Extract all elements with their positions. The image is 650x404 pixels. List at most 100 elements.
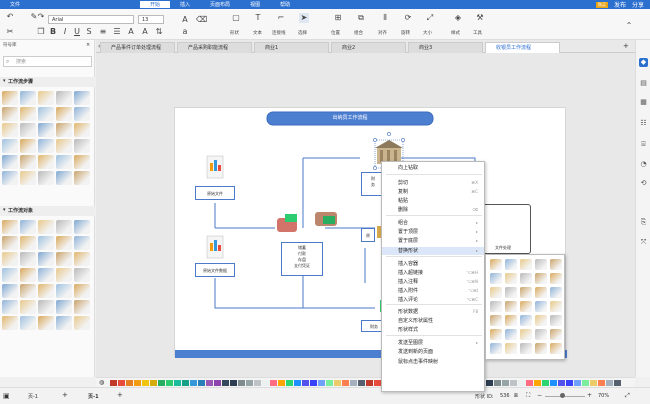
color-swatch[interactable] — [542, 380, 549, 386]
context-menu-item-shape-data[interactable]: 形状数据 F8 — [382, 308, 484, 316]
color-swatch[interactable] — [278, 380, 285, 386]
workflow-step-shape[interactable] — [38, 107, 54, 121]
workflow-step-shape[interactable] — [2, 91, 18, 105]
color-swatch[interactable] — [486, 380, 493, 386]
highlight-icon[interactable]: A — [140, 27, 150, 37]
replacement-shape[interactable] — [520, 329, 532, 340]
context-menu-item-bring-front[interactable]: 置于顶层 ▸ — [382, 228, 484, 236]
color-swatch[interactable] — [358, 380, 365, 386]
layers-panel-icon[interactable]: ☷ — [639, 119, 648, 128]
color-swatch[interactable] — [294, 380, 301, 386]
zoom-in-icon[interactable]: + — [587, 392, 592, 399]
color-swatch[interactable] — [134, 380, 141, 386]
replacement-shape[interactable] — [535, 273, 547, 284]
workflow-object-shape[interactable] — [56, 252, 72, 266]
color-swatch[interactable] — [182, 380, 189, 386]
context-menu-item-insert-note[interactable]: 插入注释 ⌥⌘N — [382, 278, 484, 286]
color-swatch[interactable] — [302, 380, 309, 386]
group-icon[interactable]: ⧉ — [356, 13, 366, 23]
color-swatch[interactable] — [238, 380, 245, 386]
clear-format-icon[interactable]: ⌫ — [196, 15, 207, 25]
italic-icon[interactable]: I — [60, 27, 70, 37]
align-icon[interactable]: ☰ — [112, 27, 122, 37]
text-tool-icon[interactable]: T — [253, 13, 263, 23]
color-swatch[interactable] — [222, 380, 229, 386]
workflow-object-shape[interactable] — [20, 316, 36, 330]
color-swatch[interactable] — [350, 380, 357, 386]
context-menu-item-delete[interactable]: 删除 ⌫ — [382, 206, 484, 214]
replacement-shape[interactable] — [550, 315, 562, 326]
color-swatch[interactable] — [286, 380, 293, 386]
workflow-object-shape[interactable] — [74, 284, 90, 298]
workflow-object-shape[interactable] — [74, 268, 90, 282]
context-menu-item-cut[interactable]: 剪切 ⌘X — [382, 179, 484, 187]
workflow-step-shape[interactable] — [20, 123, 36, 137]
attachment-panel-icon[interactable]: ⎘ — [639, 218, 648, 227]
share-button[interactable]: 分享 — [632, 0, 644, 9]
tab-document-active[interactable]: 收银员工作流程 — [485, 42, 560, 53]
tab-document[interactable]: 商业3 — [408, 42, 483, 53]
workflow-object-shape[interactable] — [74, 300, 90, 314]
section-workflow-objects[interactable]: 工作流对象 — [0, 206, 95, 216]
workflow-step-shape[interactable] — [2, 171, 18, 185]
color-swatch[interactable] — [174, 380, 181, 386]
publish-button[interactable]: 发布 — [614, 0, 626, 9]
color-swatch[interactable] — [558, 380, 565, 386]
color-swatch[interactable] — [310, 380, 317, 386]
replacement-shape[interactable] — [535, 301, 547, 312]
workflow-step-shape[interactable] — [38, 139, 54, 153]
menu-file[interactable]: 文件 — [0, 1, 30, 8]
workflow-object-shape[interactable] — [56, 316, 72, 330]
tab-document[interactable]: 商业1 — [254, 42, 329, 53]
replacement-shape[interactable] — [550, 259, 562, 270]
tools-icon[interactable]: ⚒ — [475, 13, 485, 23]
color-swatch[interactable] — [198, 380, 205, 386]
text-size-up-icon[interactable]: A — [180, 15, 190, 25]
zoom-slider[interactable] — [545, 396, 585, 397]
workflow-step-shape[interactable] — [20, 91, 36, 105]
replacement-shape[interactable] — [520, 343, 532, 354]
color-swatch[interactable] — [366, 380, 373, 386]
replacement-shape[interactable] — [490, 343, 502, 354]
workflow-step-shape[interactable] — [74, 155, 90, 169]
zoom-level[interactable]: 70% — [598, 393, 609, 399]
add-tab-icon[interactable]: + — [623, 42, 629, 50]
workflow-object-shape[interactable] — [38, 316, 54, 330]
align-tool-icon[interactable]: ⫴ — [380, 13, 390, 23]
color-swatch[interactable] — [118, 380, 125, 386]
strike-icon[interactable]: S — [84, 27, 94, 37]
format-painter-icon[interactable]: ✎ — [29, 12, 39, 22]
replacement-shape[interactable] — [490, 301, 502, 312]
context-menu-item-send-to-layer[interactable]: 发送至图层 ▸ — [382, 339, 484, 347]
context-menu-item-group[interactable]: 组合 ▸ — [382, 219, 484, 227]
color-swatch[interactable] — [342, 380, 349, 386]
context-menu-item-insert-comment[interactable]: 插入评论 ⌥⌘C — [382, 296, 484, 304]
workflow-step-shape[interactable] — [2, 123, 18, 137]
workflow-step-shape[interactable] — [74, 171, 90, 185]
color-swatch[interactable] — [254, 380, 261, 386]
replacement-shape[interactable] — [520, 259, 532, 270]
workflow-step-shape[interactable] — [56, 155, 72, 169]
add-page-tab-icon[interactable]: + — [117, 391, 123, 399]
menu-layout[interactable]: 页面布局 — [200, 1, 240, 8]
fullscreen-icon[interactable]: ⤢ — [625, 392, 630, 400]
add-page-icon[interactable]: + — [62, 391, 68, 399]
workflow-step-shape[interactable] — [74, 107, 90, 121]
replacement-shape[interactable] — [550, 343, 562, 354]
bold-icon[interactable]: B — [48, 27, 58, 37]
workflow-object-shape[interactable] — [38, 220, 54, 234]
context-menu-item-replace-shape[interactable]: 替换形状 ▸ — [382, 247, 484, 255]
font-name-input[interactable]: Arial — [48, 15, 134, 24]
color-swatch[interactable] — [206, 380, 213, 386]
color-swatch[interactable] — [142, 380, 149, 386]
context-menu-item-shape-style[interactable]: 形状样式 — [382, 326, 484, 334]
replacement-shape[interactable] — [505, 273, 517, 284]
rotate-icon[interactable]: ⟳ — [403, 13, 413, 23]
replacement-shape[interactable] — [550, 287, 562, 298]
cut-icon[interactable]: ✂ — [5, 27, 15, 37]
replacement-shape[interactable] — [535, 315, 547, 326]
workflow-step-shape[interactable] — [20, 107, 36, 121]
color-swatch[interactable] — [326, 380, 333, 386]
workflow-step-shape[interactable] — [56, 139, 72, 153]
tab-document[interactable]: 产品事件订单处理流程 — [100, 42, 175, 53]
